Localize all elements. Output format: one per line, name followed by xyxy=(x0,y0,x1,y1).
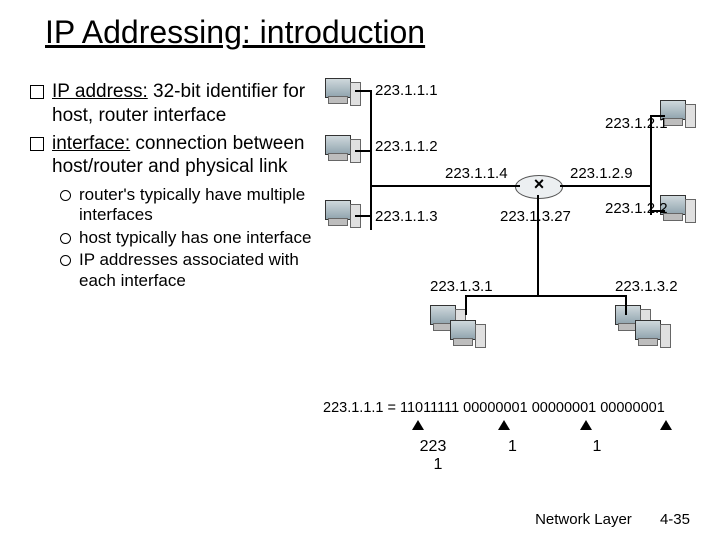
arrow-up-icon xyxy=(580,420,592,430)
octet-3: 1 xyxy=(557,438,637,456)
arrow-up-icon xyxy=(412,420,424,430)
bullet-2: interface: connection between host/route… xyxy=(30,132,320,180)
ip-label: 223.1.3.2 xyxy=(615,278,678,295)
link-line xyxy=(650,115,652,215)
octet-1: 223 xyxy=(398,438,468,456)
ip-label: 223.1.3.27 xyxy=(500,208,571,225)
sub-bullet-1: router's typically have multiple interfa… xyxy=(60,185,320,226)
decimal-row: 223 1 1 1 xyxy=(398,438,720,474)
sub-bullet-3: IP addresses associated with each interf… xyxy=(60,250,320,291)
footer-label: Network Layer xyxy=(535,511,632,528)
host-icon xyxy=(325,200,361,228)
bullet-2-term: interface: xyxy=(52,133,130,154)
arrow-up-icon xyxy=(660,420,672,430)
router-icon: × xyxy=(515,175,563,199)
circle-bullet-icon xyxy=(60,233,71,244)
ip-label: 223.1.3.1 xyxy=(430,278,493,295)
bullet-1-term: IP address: xyxy=(52,81,148,102)
link-line xyxy=(370,90,372,230)
sub-bullet-list: router's typically have multiple interfa… xyxy=(60,185,320,291)
octet-2: 1 xyxy=(472,438,552,456)
link-line xyxy=(465,295,467,315)
host-icon xyxy=(635,320,671,348)
link-line xyxy=(355,215,370,217)
ip-label: 223.1.1.3 xyxy=(375,208,438,225)
link-line xyxy=(370,185,520,187)
link-line xyxy=(560,185,652,187)
arrow-up-icon xyxy=(498,420,510,430)
link-line xyxy=(625,295,627,315)
slide-title: IP Addressing: introduction xyxy=(45,14,425,51)
link-line xyxy=(355,150,370,152)
circle-bullet-icon xyxy=(60,190,71,201)
link-line xyxy=(650,210,665,212)
ip-label: 223.1.2.1 xyxy=(605,115,668,132)
link-line xyxy=(537,195,539,295)
ip-label: 223.1.2.9 xyxy=(570,165,633,182)
host-icon xyxy=(450,320,486,348)
page-number: 4-35 xyxy=(660,511,690,528)
binary-equation: 223.1.1.1 = 11011111 00000001 00000001 0… xyxy=(323,400,665,416)
ip-label: 223.1.1.2 xyxy=(375,138,438,155)
square-bullet-icon xyxy=(30,137,44,151)
bullet-1: IP address: 32-bit identifier for host, … xyxy=(30,80,320,128)
square-bullet-icon xyxy=(30,85,44,99)
host-icon xyxy=(325,135,361,163)
ip-label: 223.1.2.2 xyxy=(605,200,668,217)
network-diagram: 223.1.1.1 223.1.1.2 223.1.1.3 223.1.1.4 … xyxy=(315,70,715,430)
slide-footer: Network Layer 4-35 xyxy=(535,511,690,528)
link-line xyxy=(650,115,665,117)
host-icon xyxy=(325,78,361,106)
octet-4: 1 xyxy=(398,456,478,474)
ip-label: 223.1.1.4 xyxy=(445,165,508,182)
sub-bullet-2: host typically has one interface xyxy=(60,228,320,248)
circle-bullet-icon xyxy=(60,255,71,266)
bullet-list: IP address: 32-bit identifier for host, … xyxy=(30,80,320,293)
link-line xyxy=(355,90,370,92)
link-line xyxy=(465,295,625,297)
ip-label: 223.1.1.1 xyxy=(375,82,438,99)
